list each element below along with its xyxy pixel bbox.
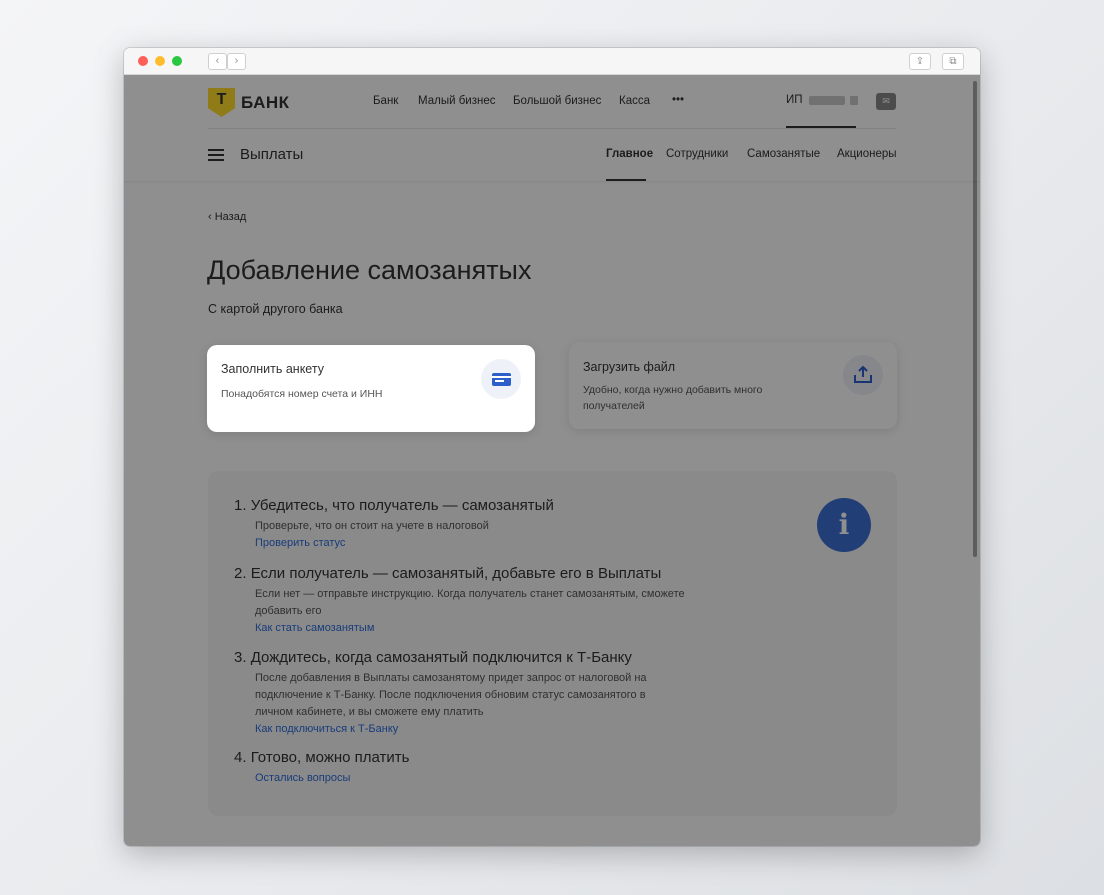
step-1: 1. Убедитесь, что получатель — самозанят… [234,497,554,552]
option-title: Загрузить файл [583,360,676,374]
forward-arrow-icon[interactable]: › [227,53,246,70]
active-tab-indicator [606,179,646,181]
back-label: Назад [214,211,247,223]
step-desc: После добавления в Выплаты самозанятому … [255,672,647,718]
window-titlebar: ‹ › ⇪ ⧉ [124,48,980,75]
logo-shield-icon: Т [208,88,235,117]
instructions-panel: i 1. Убедитесь, что получатель — самозан… [208,471,897,816]
zoom-window-button[interactable] [172,56,182,66]
back-link[interactable]: ‹ Назад [208,211,246,223]
step-desc: Проверьте, что он стоит на учете в налог… [255,520,489,532]
option-description: Понадобятся номер счета и ИНН [221,388,383,400]
step-title: Убедитесь, что получатель — самозанятый [250,497,554,514]
page-subtitle: С картой другого банка [208,302,343,316]
site-header: Т БАНК Банк Малый бизнес Большой бизнес … [124,75,980,181]
tab-main[interactable]: Главное [606,148,653,160]
connect-to-bank-link[interactable]: Как подключиться к Т-Банку [255,721,704,738]
account-switcher[interactable]: ИП [786,94,858,106]
step-number: 1. [234,497,247,514]
step-4: 4. Готово, можно платить Остались вопрос… [234,749,409,787]
questions-link[interactable]: Остались вопросы [255,770,409,787]
tab-employees[interactable]: Сотрудники [666,148,728,160]
upload-file-option[interactable]: Загрузить файл Удобно, когда нужно добав… [569,342,897,429]
tabs-icon[interactable]: ⧉ [942,53,964,70]
card-icon [481,359,521,399]
info-icon: i [817,498,871,552]
account-name-redacted-2 [849,95,858,105]
page-title: Добавление самозанятых [207,255,532,285]
messages-icon[interactable]: ✉ [876,93,896,110]
account-name-redacted [808,95,845,105]
section-title: Выплаты [240,146,304,163]
step-title: Дождитесь, когда самозанятый подключится… [250,649,632,666]
become-self-employed-link[interactable]: Как стать самозанятым [255,620,704,637]
more-icon[interactable]: ••• [672,94,684,106]
close-window-button[interactable] [138,56,148,66]
tab-self-employed[interactable]: Самозанятые [747,148,820,160]
nav-small-business[interactable]: Малый бизнес [418,95,495,107]
step-2: 2. Если получатель — самозанятый, добавь… [234,565,704,637]
account-prefix: ИП [786,94,803,106]
step-desc: Если нет — отправьте инструкцию. Когда п… [255,588,685,617]
step-3: 3. Дождитесь, когда самозанятый подключи… [234,649,704,738]
step-number: 3. [234,649,247,666]
step-number: 2. [234,565,247,582]
minimize-window-button[interactable] [155,56,165,66]
fill-form-option[interactable]: Заполнить анкету Понадобятся номер счета… [207,345,535,432]
bank-logo[interactable]: Т БАНК [208,88,290,117]
header-divider [208,128,896,129]
page-viewport: Т БАНК Банк Малый бизнес Большой бизнес … [124,75,980,846]
chevron-left-icon: ‹ [208,211,215,223]
option-description: Удобно, когда нужно добавить много получ… [583,384,763,412]
step-title: Если получатель — самозанятый, добавьте … [250,565,662,582]
logo-text: БАНК [241,92,290,112]
browser-window: ‹ › ⇪ ⧉ Т БАНК Банк Малый бизнес Большой… [124,48,980,846]
step-number: 4. [234,749,247,766]
tab-shareholders[interactable]: Акционеры [837,148,897,160]
nav-kassa[interactable]: Касса [619,95,650,107]
menu-icon[interactable] [208,149,224,161]
upload-icon [843,355,883,395]
option-title: Заполнить анкету [221,362,324,376]
nav-bank[interactable]: Банк [373,95,398,107]
check-status-link[interactable]: Проверить статус [255,535,554,552]
step-title: Готово, можно платить [250,749,410,766]
nav-big-business[interactable]: Большой бизнес [513,95,601,107]
scrollbar[interactable] [973,81,977,557]
back-arrow-icon[interactable]: ‹ [208,53,227,70]
share-icon[interactable]: ⇪ [909,53,931,70]
